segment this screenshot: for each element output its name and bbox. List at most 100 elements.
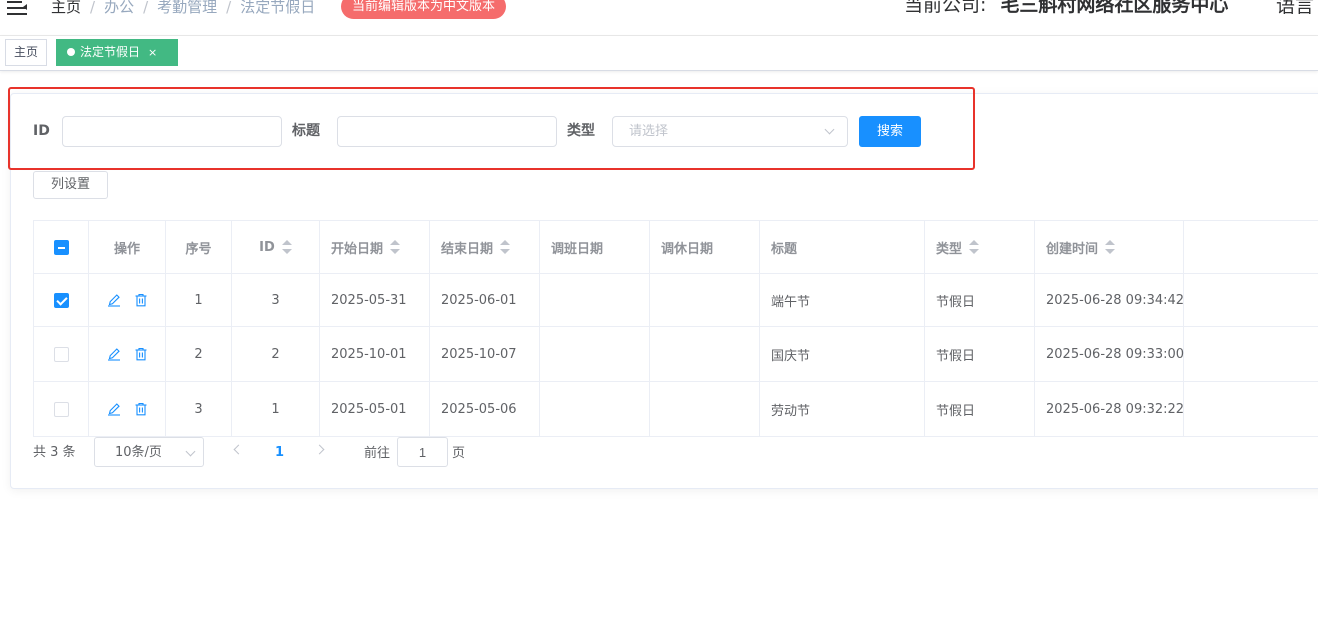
header-adjust-rest: 调休日期 — [650, 221, 760, 273]
header-type-label: 类型 — [936, 241, 963, 257]
cell-id: 1 — [232, 382, 320, 436]
breadcrumb-separator: / — [90, 0, 96, 16]
cell-end: 2025-06-01 — [430, 274, 540, 326]
search-button[interactable]: 搜索 — [859, 116, 921, 147]
table-row: 3 1 2025-05-01 2025-05-06 劳动节 节假日 2025-0… — [33, 382, 1318, 437]
navbar: 主页 / 办公 / 考勤管理 / 法定节假日 当前编辑版本为中文版本 当前公司: 毛三斛村网络… — [0, 0, 1318, 36]
breadcrumb-current: 法定节假日 — [240, 0, 316, 16]
page-size-value: 10条/页 — [115, 445, 162, 460]
chevron-down-icon — [185, 446, 196, 457]
cell-end: 2025-05-06 — [430, 382, 540, 436]
breadcrumb-attendance: 考勤管理 — [157, 0, 218, 16]
delete-icon[interactable] — [134, 293, 148, 307]
select-all-checkbox[interactable] — [53, 239, 69, 255]
page-number-current[interactable]: 1 — [275, 444, 284, 462]
sort-icon[interactable] — [390, 240, 401, 254]
row-ops — [89, 274, 166, 326]
delete-icon[interactable] — [134, 402, 148, 416]
header-id-label: ID — [259, 239, 275, 255]
chevron-down-icon — [824, 124, 835, 135]
close-icon[interactable]: × — [148, 46, 157, 59]
cell-start: 2025-05-31 — [320, 274, 430, 326]
tag-holidays[interactable]: 法定节假日 × — [56, 39, 178, 66]
cell-adjust-rest — [650, 382, 760, 436]
version-badge: 当前编辑版本为中文版本 — [341, 0, 507, 19]
title-label: 标题 — [292, 123, 320, 139]
row-select[interactable] — [33, 274, 89, 326]
header-type[interactable]: 类型 — [925, 221, 1035, 273]
edit-icon[interactable] — [107, 402, 121, 416]
header-start-label: 开始日期 — [331, 241, 384, 257]
column-settings-button[interactable]: 列设置 — [33, 171, 108, 199]
hamburger-icon[interactable] — [7, 1, 27, 15]
header-id[interactable]: ID — [232, 221, 320, 273]
cell-adjust-work — [540, 274, 650, 326]
row-ops — [89, 382, 166, 436]
sort-icon[interactable] — [281, 240, 292, 254]
cell-start: 2025-10-01 — [320, 327, 430, 381]
breadcrumb-home[interactable]: 主页 — [51, 0, 81, 16]
sort-icon[interactable] — [969, 240, 980, 254]
pagination-total: 共 3 条 — [33, 445, 76, 460]
edit-icon[interactable] — [107, 293, 121, 307]
title-input[interactable] — [337, 116, 557, 147]
table-row: 1 3 2025-05-31 2025-06-01 端午节 节假日 2025-0… — [33, 274, 1318, 327]
cell-title: 国庆节 — [760, 327, 925, 381]
cell-end: 2025-10-07 — [430, 327, 540, 381]
page-size-select[interactable]: 10条/页 — [94, 437, 204, 467]
cell-created: 2025-06-28 09:32:22 — [1035, 382, 1184, 436]
row-checkbox[interactable] — [53, 292, 69, 308]
header-created-label: 创建时间 — [1046, 241, 1099, 257]
header-title: 标题 — [760, 221, 925, 273]
row-checkbox[interactable] — [53, 346, 69, 362]
tag-home[interactable]: 主页 — [5, 39, 48, 66]
header-seq: 序号 — [166, 221, 232, 273]
breadcrumb-separator: / — [226, 0, 232, 16]
row-checkbox[interactable] — [53, 401, 69, 417]
header-select-all[interactable] — [33, 221, 89, 273]
cell-title: 端午节 — [760, 274, 925, 326]
header-start[interactable]: 开始日期 — [320, 221, 430, 273]
cell-created: 2025-06-28 09:34:42 — [1035, 274, 1184, 326]
header-created[interactable]: 创建时间 — [1035, 221, 1184, 273]
row-select[interactable] — [33, 327, 89, 381]
cell-type: 节假日 — [925, 274, 1035, 326]
row-select[interactable] — [33, 382, 89, 436]
delete-icon[interactable] — [134, 347, 148, 361]
cell-adjust-work — [540, 382, 650, 436]
cell-title: 劳动节 — [760, 382, 925, 436]
breadcrumb-office: 办公 — [104, 0, 135, 16]
header-end-label: 结束日期 — [441, 241, 494, 257]
language-switch[interactable]: 语言 — [1276, 0, 1314, 18]
cell-adjust-rest — [650, 327, 760, 381]
page-unit-label: 页 — [452, 446, 466, 461]
type-label: 类型 — [567, 123, 595, 139]
cell-adjust-work — [540, 327, 650, 381]
tag-holidays-label: 法定节假日 — [80, 45, 141, 59]
header-end[interactable]: 结束日期 — [430, 221, 540, 273]
type-select-placeholder: 请选择 — [629, 124, 669, 139]
table-bottom-line — [1183, 436, 1318, 437]
cell-type: 节假日 — [925, 382, 1035, 436]
goto-page-input[interactable] — [397, 437, 448, 467]
table-row: 2 2 2025-10-01 2025-10-07 国庆节 节假日 2025-0… — [33, 327, 1318, 382]
type-select[interactable]: 请选择 — [612, 116, 848, 147]
cell-created: 2025-06-28 09:33:00 — [1035, 327, 1184, 381]
breadcrumb-separator: / — [143, 0, 149, 16]
tags-view: 主页 法定节假日 × — [0, 36, 1318, 71]
edit-icon[interactable] — [107, 347, 121, 361]
company-name[interactable]: 毛三斛村网络社区服务中心 — [1000, 0, 1228, 16]
goto-label: 前往 — [364, 446, 391, 461]
cell-id: 2 — [232, 327, 320, 381]
cell-type: 节假日 — [925, 327, 1035, 381]
sort-icon[interactable] — [500, 240, 511, 254]
cell-id: 3 — [232, 274, 320, 326]
sort-icon[interactable] — [1105, 240, 1116, 254]
breadcrumb: 主页 / 办公 / 考勤管理 / 法定节假日 — [51, 0, 315, 17]
id-label: ID — [33, 123, 50, 139]
id-input[interactable] — [62, 116, 282, 147]
cell-seq: 1 — [166, 274, 232, 326]
cell-start: 2025-05-01 — [320, 382, 430, 436]
cell-seq: 3 — [166, 382, 232, 436]
header-ops: 操作 — [89, 221, 166, 273]
